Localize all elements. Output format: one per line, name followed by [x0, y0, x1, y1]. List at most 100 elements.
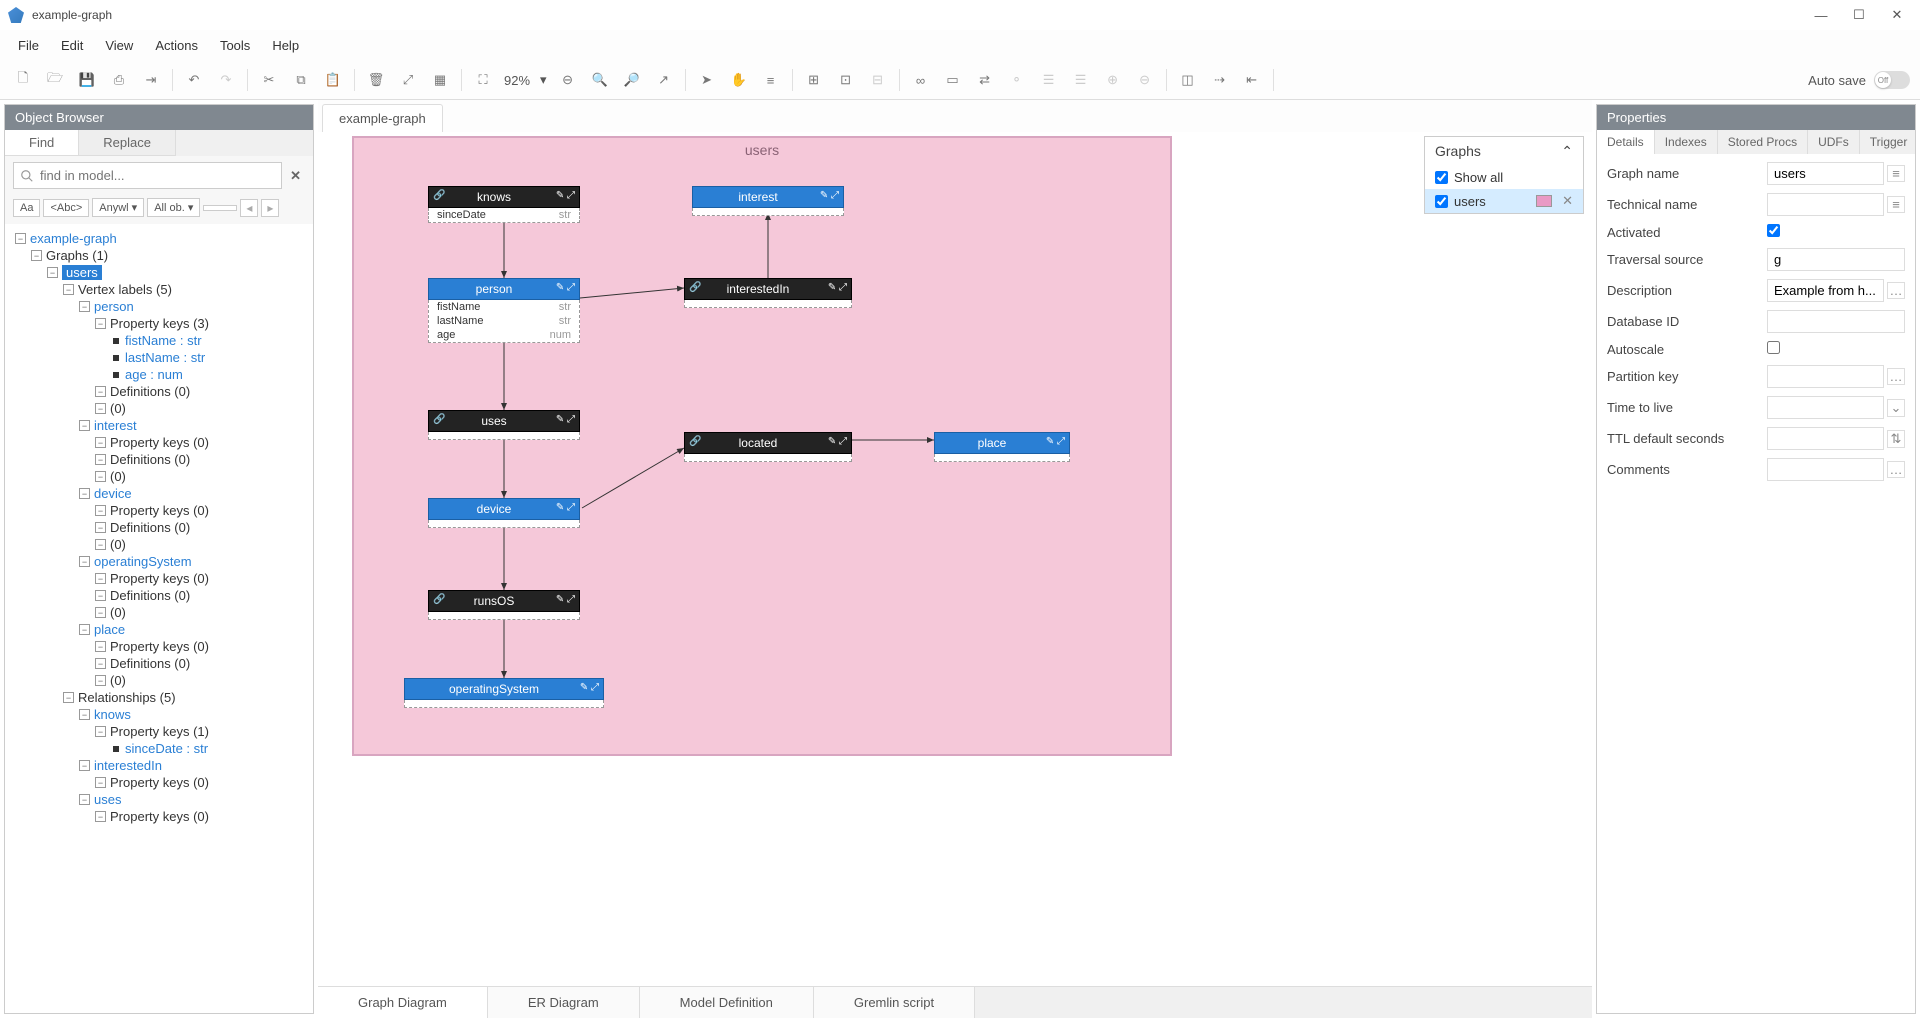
prop-tab-details[interactable]: Details: [1597, 130, 1655, 154]
filter-scope[interactable]: Anywl ▾: [92, 198, 144, 217]
relation-icon[interactable]: ⇄: [972, 67, 998, 93]
filter-case[interactable]: Aa: [13, 199, 40, 217]
prop-tab-procs[interactable]: Stored Procs: [1718, 130, 1808, 154]
move-icon[interactable]: ⤢: [395, 67, 421, 93]
partition-input[interactable]: [1767, 365, 1884, 388]
menu-edit[interactable]: Edit: [51, 34, 93, 57]
tree-place[interactable]: place: [94, 622, 125, 637]
zoom-in-icon[interactable]: 🔎: [619, 67, 645, 93]
minimize-button[interactable]: —: [1814, 8, 1828, 22]
object-tree[interactable]: −example-graph −Graphs (1) −users −Verte…: [5, 224, 313, 1013]
menu-view[interactable]: View: [95, 34, 143, 57]
prev-match-icon[interactable]: ◂: [240, 199, 258, 217]
menu-tools[interactable]: Tools: [210, 34, 260, 57]
undo-icon[interactable]: ↶: [181, 67, 207, 93]
select-all-icon[interactable]: ▦: [427, 67, 453, 93]
tab-find[interactable]: Find: [5, 130, 79, 156]
node-interest[interactable]: interest✎ ⤢: [692, 186, 844, 216]
clear-search-icon[interactable]: ✕: [286, 168, 305, 184]
comments-input[interactable]: [1767, 458, 1884, 481]
menu-file[interactable]: File: [8, 34, 49, 57]
node-knows[interactable]: 🔗knows✎ ⤢ sinceDatestr: [428, 186, 580, 223]
print-icon[interactable]: ⎙: [106, 67, 132, 93]
node-located[interactable]: 🔗located✎ ⤢: [684, 432, 852, 462]
chevron-down-icon[interactable]: ⌄: [1887, 399, 1905, 417]
tree-graphs[interactable]: Graphs (1): [46, 248, 108, 263]
center-tab-example[interactable]: example-graph: [322, 104, 443, 132]
hand-icon[interactable]: ✋: [726, 67, 752, 93]
open-folder-icon[interactable]: 🗁: [42, 67, 68, 93]
add-container-icon[interactable]: ⊞: [801, 67, 827, 93]
maximize-button[interactable]: ☐: [1852, 8, 1866, 22]
tree-relationships[interactable]: Relationships (5): [78, 690, 176, 705]
note-icon[interactable]: ▭: [940, 67, 966, 93]
tree-person[interactable]: person: [94, 299, 134, 314]
node-place[interactable]: place✎ ⤢: [934, 432, 1070, 462]
tab-replace[interactable]: Replace: [79, 130, 176, 156]
expand-icon[interactable]: ↗: [651, 67, 677, 93]
prop-tab-trigger[interactable]: Trigger: [1860, 130, 1915, 154]
more-icon[interactable]: ≡: [1887, 165, 1905, 182]
cut-icon[interactable]: ✂: [256, 67, 282, 93]
autoscale-checkbox[interactable]: [1767, 341, 1780, 354]
autosave-toggle[interactable]: Off: [1874, 71, 1910, 89]
add-view-icon[interactable]: ⊟: [865, 67, 891, 93]
graph-icon[interactable]: ⇢: [1207, 67, 1233, 93]
hierarchy-icon[interactable]: ⚬: [1004, 67, 1030, 93]
graph-name-input[interactable]: [1767, 162, 1884, 185]
add-entity-icon[interactable]: ⊡: [833, 67, 859, 93]
fit-icon[interactable]: ⛶: [470, 67, 496, 93]
node-person[interactable]: person✎ ⤢ fistNamestr lastNamestr agenum: [428, 278, 580, 343]
tree-interest[interactable]: interest: [94, 418, 137, 433]
next-match-icon[interactable]: ▸: [261, 199, 279, 217]
show-all-checkbox[interactable]: [1435, 171, 1448, 184]
node-uses[interactable]: 🔗uses✎ ⤢: [428, 410, 580, 440]
new-file-icon[interactable]: 🗋: [10, 67, 36, 93]
plus-icon[interactable]: ⊕: [1100, 67, 1126, 93]
collapse-icon[interactable]: ⌃: [1561, 143, 1573, 160]
filter-objects[interactable]: All ob. ▾: [147, 198, 200, 217]
tab-graph-diagram[interactable]: Graph Diagram: [318, 987, 488, 1018]
traversal-input[interactable]: [1767, 248, 1905, 271]
list1-icon[interactable]: ☰: [1036, 67, 1062, 93]
menu-actions[interactable]: Actions: [145, 34, 208, 57]
align-icon[interactable]: ≡: [758, 67, 784, 93]
search-input[interactable]: [13, 162, 282, 189]
databaseid-input[interactable]: [1767, 310, 1905, 333]
node-operatingsystem[interactable]: operatingSystem✎ ⤢: [404, 678, 604, 708]
paste-icon[interactable]: 📋: [320, 67, 346, 93]
canvas-wrap[interactable]: users 🔗knows✎ ⤢ sinceDatestr: [318, 132, 1592, 986]
link-icon[interactable]: ∞: [908, 67, 934, 93]
description-input[interactable]: [1767, 279, 1884, 302]
ttlsec-input[interactable]: [1767, 427, 1884, 450]
activated-checkbox[interactable]: [1767, 224, 1780, 237]
node-device[interactable]: device✎ ⤢: [428, 498, 580, 528]
tree-os[interactable]: operatingSystem: [94, 554, 192, 569]
pointer-icon[interactable]: ➤: [694, 67, 720, 93]
tab-gremlin-script[interactable]: Gremlin script: [814, 987, 975, 1018]
copy-icon[interactable]: ⧉: [288, 67, 314, 93]
export-icon[interactable]: ⇥: [138, 67, 164, 93]
tree-root[interactable]: example-graph: [30, 231, 117, 246]
panel-icon[interactable]: ◫: [1175, 67, 1201, 93]
stepper-icon[interactable]: ⇅: [1887, 430, 1905, 448]
remove-graph-icon[interactable]: ✕: [1562, 193, 1573, 209]
zoom-dropdown-icon[interactable]: ▾: [538, 72, 549, 88]
prop-tab-udfs[interactable]: UDFs: [1808, 130, 1860, 154]
delete-icon[interactable]: 🗑: [363, 67, 389, 93]
zoom-reset-icon[interactable]: 🔍: [587, 67, 613, 93]
filter-extra[interactable]: [203, 205, 237, 211]
tree-device[interactable]: device: [94, 486, 132, 501]
filter-regex[interactable]: <Abc>: [43, 199, 89, 217]
tree-users[interactable]: users: [62, 265, 102, 280]
ttl-input[interactable]: [1767, 396, 1884, 419]
tree-vertex-labels[interactable]: Vertex labels (5): [78, 282, 172, 297]
list2-icon[interactable]: ☰: [1068, 67, 1094, 93]
minus-icon[interactable]: ⊖: [1132, 67, 1158, 93]
save-icon[interactable]: 💾: [74, 67, 100, 93]
canvas[interactable]: users 🔗knows✎ ⤢ sinceDatestr: [352, 136, 1172, 756]
menu-help[interactable]: Help: [262, 34, 309, 57]
prop-tab-indexes[interactable]: Indexes: [1655, 130, 1718, 154]
tab-model-definition[interactable]: Model Definition: [640, 987, 814, 1018]
redo-icon[interactable]: ↷: [213, 67, 239, 93]
